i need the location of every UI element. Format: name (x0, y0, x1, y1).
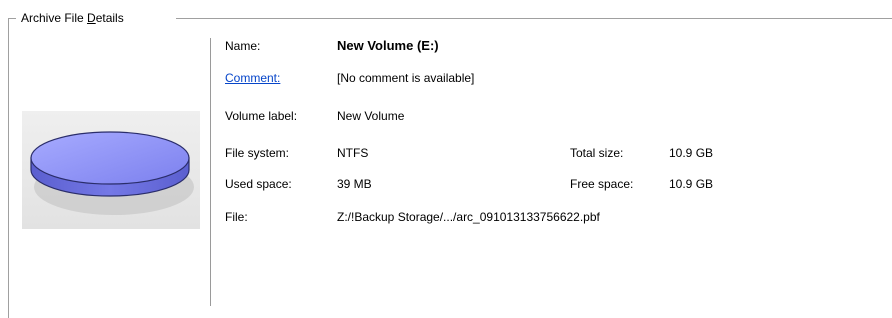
used-space-label: Used space: (225, 177, 292, 191)
disk-volume-icon (30, 131, 194, 215)
name-value: New Volume (E:) (337, 38, 439, 53)
file-path-value: Z:/!Backup Storage/.../arc_0910131337566… (337, 210, 600, 224)
group-title-part1: Archive File (21, 11, 88, 25)
free-space-label: Free space: (570, 177, 634, 191)
comment-value: [No comment is available] (337, 71, 475, 85)
total-size-value: 10.9 GB (669, 146, 714, 160)
group-frame-top-left (8, 18, 16, 19)
file-system-label: File system: (225, 146, 290, 160)
vertical-separator (210, 38, 211, 306)
volume-label-label: Volume label: (225, 109, 298, 123)
disk-image-frame (22, 111, 200, 229)
name-label: Name: (225, 39, 261, 53)
file-label: File: (225, 210, 248, 224)
file-system-value: NTFS (337, 146, 369, 160)
group-title-accelerator: D (87, 11, 96, 25)
archive-file-details-panel: Archive File Details Name: New Volume (E… (0, 0, 892, 318)
total-size-label: Total size: (570, 146, 624, 160)
group-title-part2: etails (95, 11, 124, 25)
used-space-value: 39 MB (337, 177, 372, 191)
group-title: Archive File Details (19, 10, 126, 26)
group-frame-left (8, 18, 9, 318)
group-frame-top-right (176, 18, 892, 19)
volume-label-value: New Volume (337, 109, 405, 123)
free-space-value: 10.9 GB (669, 177, 714, 191)
comment-link[interactable]: Comment: (225, 70, 280, 86)
